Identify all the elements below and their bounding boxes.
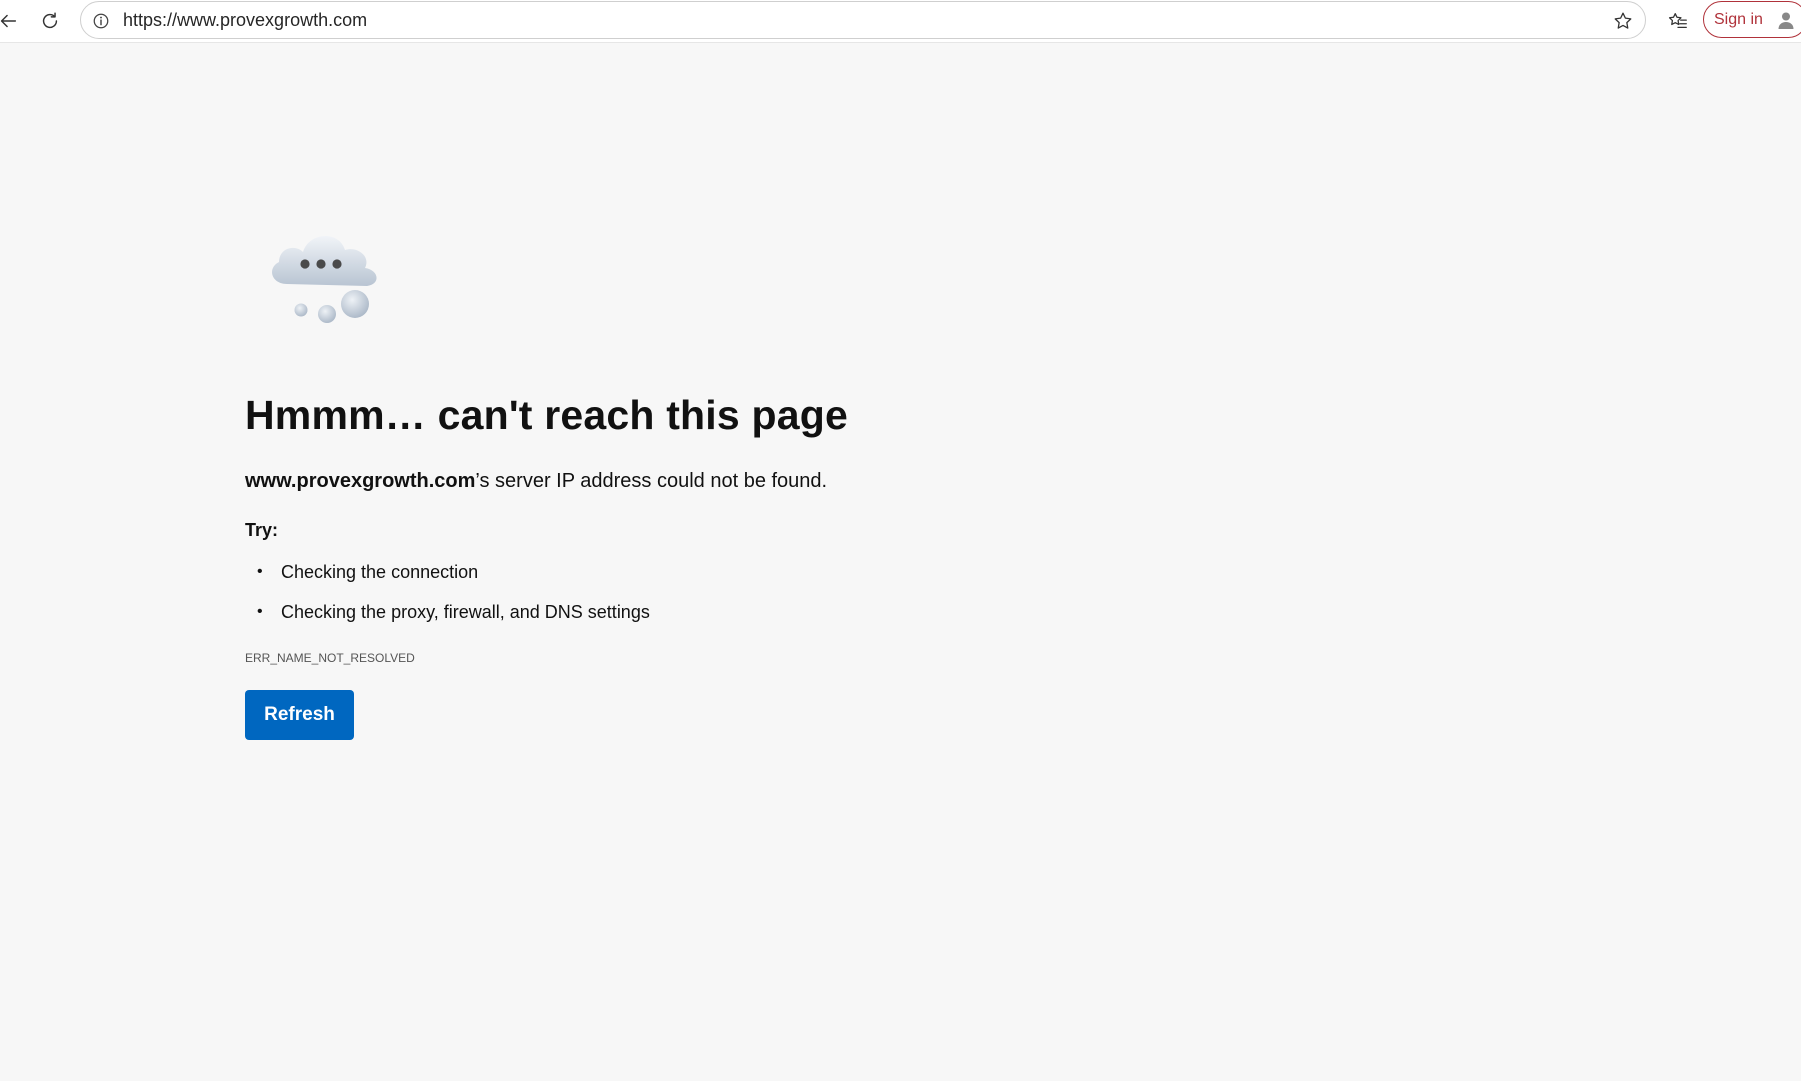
address-bar[interactable]: https://www.provexgrowth.com — [80, 1, 1646, 39]
cloud-icon — [272, 235, 377, 323]
info-icon[interactable] — [91, 11, 111, 31]
suggestion-list: Checking the connection Checking the pro… — [245, 560, 650, 640]
browser-toolbar: https://www.provexgrowth.com Sign in — [0, 0, 1801, 43]
favorites-icon[interactable] — [1663, 6, 1693, 36]
error-host: www.provexgrowth.com — [245, 470, 476, 492]
error-title: Hmmm… can't reach this page — [245, 392, 848, 438]
url-text[interactable]: https://www.provexgrowth.com — [123, 10, 367, 31]
reload-icon — [42, 12, 58, 29]
sign-in-label: Sign in — [1714, 10, 1763, 28]
sign-in-button[interactable]: Sign in — [1703, 1, 1801, 38]
list-item: Checking the connection — [245, 560, 650, 600]
list-item: Checking the proxy, firewall, and DNS se… — [245, 600, 650, 640]
try-heading: Try: — [245, 520, 279, 540]
error-code: ERR_NAME_NOT_RESOLVED — [245, 651, 415, 665]
error-message-text: ’s server IP address could not be found. — [475, 470, 828, 492]
star-icon[interactable] — [1611, 9, 1635, 33]
reload-button[interactable] — [34, 5, 66, 37]
refresh-button[interactable]: Refresh — [245, 690, 354, 740]
error-message: www.provexgrowth.com’s server IP address… — [245, 470, 827, 493]
back-arrow-icon — [0, 14, 17, 28]
back-button[interactable] — [0, 5, 24, 37]
avatar-icon — [1778, 12, 1794, 29]
